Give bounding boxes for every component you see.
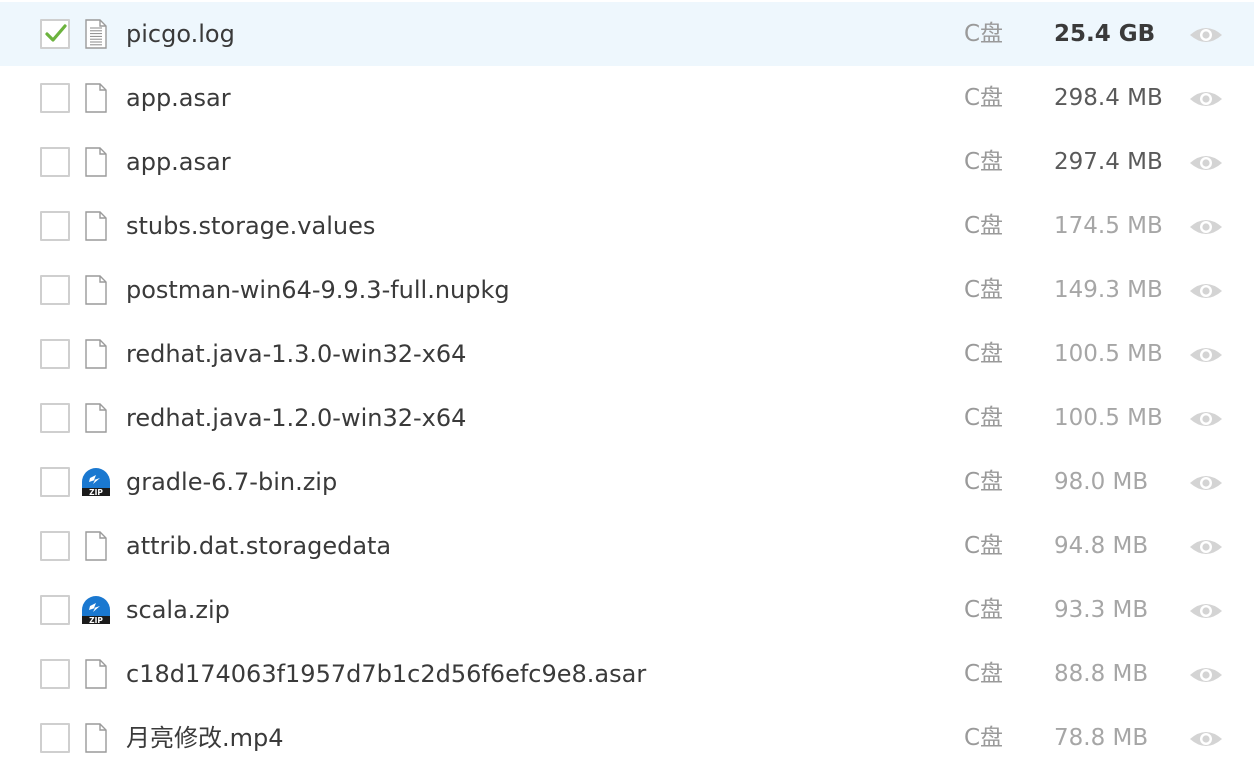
eye-icon[interactable] — [1189, 25, 1223, 45]
file-drive: C盘 — [964, 725, 1004, 751]
zip-icon: ZIP — [81, 467, 110, 497]
file-icon — [83, 275, 109, 305]
file-drive: C盘 — [964, 213, 1004, 239]
file-name: gradle-6.7-bin.zip — [126, 468, 338, 496]
eye-icon[interactable] — [1189, 537, 1223, 557]
file-drive: C盘 — [964, 341, 1004, 367]
file-size: 100.5 MB — [1054, 405, 1163, 431]
file-size: 93.3 MB — [1054, 597, 1149, 623]
file-drive: C盘 — [964, 469, 1004, 495]
file-size: 149.3 MB — [1054, 277, 1163, 303]
file-drive: C盘 — [964, 597, 1004, 623]
eye-icon[interactable] — [1189, 473, 1223, 493]
file-list: picgo.log C盘 25.4 GB app.asar C盘 298.4 MB app.… — [0, 0, 1254, 775]
file-size: 174.5 MB — [1054, 213, 1163, 239]
file-row[interactable]: picgo.log C盘 25.4 GB — [0, 2, 1254, 66]
eye-icon[interactable] — [1189, 153, 1223, 173]
svg-text:ZIP: ZIP — [89, 616, 103, 625]
file-name: c18d174063f1957d7b1c2d56f6efc9e8.asar — [126, 660, 647, 688]
file-name: stubs.storage.values — [126, 212, 376, 240]
file-size: 88.8 MB — [1054, 661, 1149, 687]
file-size: 98.0 MB — [1054, 469, 1149, 495]
file-drive: C盘 — [964, 277, 1004, 303]
eye-icon[interactable] — [1189, 281, 1223, 301]
file-icon — [83, 659, 109, 689]
file-name: redhat.java-1.3.0-win32-x64 — [126, 340, 467, 368]
file-checkbox[interactable] — [40, 723, 70, 753]
file-checkbox[interactable] — [40, 275, 70, 305]
file-name: app.asar — [126, 148, 231, 176]
file-row[interactable]: redhat.java-1.3.0-win32-x64 C盘 100.5 MB — [0, 322, 1254, 386]
file-size: 298.4 MB — [1054, 85, 1163, 111]
file-icon — [83, 211, 109, 241]
file-row[interactable]: postman-win64-9.9.3-full.nupkg C盘 149.3 MB — [0, 258, 1254, 322]
file-checkbox[interactable] — [40, 659, 70, 689]
eye-icon[interactable] — [1189, 601, 1223, 621]
file-size: 25.4 GB — [1054, 21, 1156, 47]
file-checkbox[interactable] — [40, 19, 70, 49]
eye-icon[interactable] — [1189, 729, 1223, 749]
file-row[interactable]: c18d174063f1957d7b1c2d56f6efc9e8.asar C盘 8… — [0, 642, 1254, 706]
svg-text:ZIP: ZIP — [89, 488, 103, 497]
file-checkbox[interactable] — [40, 83, 70, 113]
file-drive: C盘 — [964, 533, 1004, 559]
file-row[interactable]: redhat.java-1.2.0-win32-x64 C盘 100.5 MB — [0, 386, 1254, 450]
file-icon — [83, 339, 109, 369]
eye-icon[interactable] — [1189, 345, 1223, 365]
file-name: postman-win64-9.9.3-full.nupkg — [126, 276, 510, 304]
file-icon — [83, 403, 109, 433]
file-row[interactable]: app.asar C盘 297.4 MB — [0, 130, 1254, 194]
file-row[interactable]: ZIP gradle-6.7-bin.zip C盘 98.0 MB — [0, 450, 1254, 514]
file-row[interactable]: stubs.storage.values C盘 174.5 MB — [0, 194, 1254, 258]
text-file-icon — [83, 19, 109, 49]
file-drive: C盘 — [964, 21, 1004, 47]
file-name: scala.zip — [126, 596, 230, 624]
file-row[interactable]: app.asar C盘 298.4 MB — [0, 66, 1254, 130]
file-checkbox[interactable] — [40, 531, 70, 561]
file-icon — [83, 147, 109, 177]
file-size: 78.8 MB — [1054, 725, 1149, 751]
file-drive: C盘 — [964, 661, 1004, 687]
file-name: 月亮修改.mp4 — [126, 724, 284, 752]
file-name: redhat.java-1.2.0-win32-x64 — [126, 404, 467, 432]
file-drive: C盘 — [964, 405, 1004, 431]
file-name: app.asar — [126, 84, 231, 112]
file-checkbox[interactable] — [40, 147, 70, 177]
file-icon — [83, 531, 109, 561]
file-row[interactable]: attrib.dat.storagedata C盘 94.8 MB — [0, 514, 1254, 578]
file-checkbox[interactable] — [40, 339, 70, 369]
file-size: 100.5 MB — [1054, 341, 1163, 367]
file-checkbox[interactable] — [40, 595, 70, 625]
zip-icon: ZIP — [81, 595, 110, 625]
eye-icon[interactable] — [1189, 409, 1223, 429]
file-size: 94.8 MB — [1054, 533, 1149, 559]
eye-icon[interactable] — [1189, 217, 1223, 237]
file-drive: C盘 — [964, 85, 1004, 111]
file-size: 297.4 MB — [1054, 149, 1163, 175]
file-name: attrib.dat.storagedata — [126, 532, 392, 560]
file-checkbox[interactable] — [40, 467, 70, 497]
file-icon — [83, 83, 109, 113]
eye-icon[interactable] — [1189, 89, 1223, 109]
file-row[interactable]: 月亮修改.mp4 C盘 78.8 MB — [0, 706, 1254, 770]
file-drive: C盘 — [964, 149, 1004, 175]
file-row[interactable]: ZIP scala.zip C盘 93.3 MB — [0, 578, 1254, 642]
file-icon — [83, 723, 109, 753]
eye-icon[interactable] — [1189, 665, 1223, 685]
file-checkbox[interactable] — [40, 211, 70, 241]
file-checkbox[interactable] — [40, 403, 70, 433]
file-name: picgo.log — [126, 20, 235, 48]
